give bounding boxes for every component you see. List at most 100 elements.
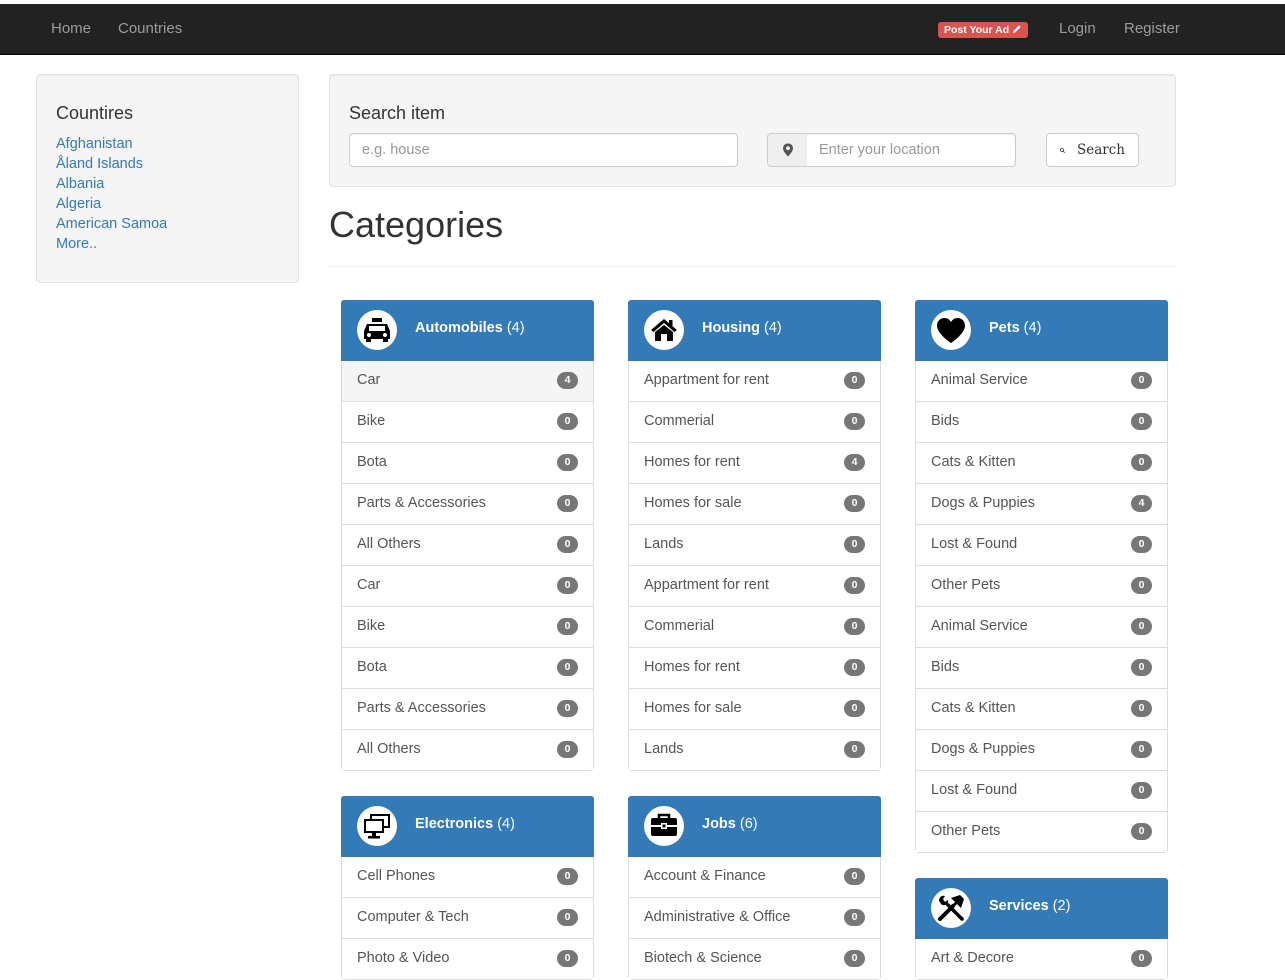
category-item[interactable]: Account & Finance 0 xyxy=(629,857,880,897)
category-item-label: Bids xyxy=(931,659,960,675)
category-panel-housing: Housing (4) Appartment for rent 0 Commeria… xyxy=(628,300,881,771)
category-item[interactable]: Computer & Tech 0 xyxy=(342,897,593,938)
nav-login-link[interactable]: Login xyxy=(1059,20,1096,37)
category-item-label: Account & Finance xyxy=(644,868,766,884)
category-title: Electronics (4) xyxy=(415,816,515,832)
category-item[interactable]: Homes for rent 0 xyxy=(629,647,880,688)
category-item-label: Administrative & Office xyxy=(644,909,791,925)
category-item-label: Photo & Video xyxy=(357,950,450,966)
more-countries-link[interactable]: More.. xyxy=(56,234,167,254)
category-header[interactable]: Pets (4) xyxy=(915,300,1168,361)
category-item[interactable]: Homes for sale 0 xyxy=(629,483,880,524)
category-item[interactable]: Lost & Found 0 xyxy=(916,524,1167,565)
category-item[interactable]: Lands 0 xyxy=(629,524,880,565)
count-badge: 0 xyxy=(1131,782,1152,799)
category-count: (6) xyxy=(739,816,758,832)
tools-icon xyxy=(938,895,964,921)
count-badge: 0 xyxy=(1131,536,1152,553)
category-header[interactable]: Services (2) xyxy=(915,878,1168,939)
category-name: Electronics xyxy=(415,816,494,832)
count-badge: 0 xyxy=(844,659,865,676)
category-item[interactable]: Bike 0 xyxy=(342,401,593,442)
category-item[interactable]: All Others 0 xyxy=(342,729,593,770)
post-ad-button[interactable]: Post Your Ad xyxy=(938,22,1029,38)
country-link[interactable]: Algeria xyxy=(56,194,167,214)
search-icon xyxy=(1060,147,1065,153)
count-badge: 4 xyxy=(844,454,865,471)
count-badge: 0 xyxy=(844,700,865,717)
location-input[interactable] xyxy=(807,133,1016,167)
count-badge: 0 xyxy=(844,950,865,967)
category-item[interactable]: Appartment for rent 0 xyxy=(629,361,880,401)
category-panel-pets: Pets (4) Animal Service 0 Bids 0 Cats & Kitt… xyxy=(915,300,1168,853)
category-item[interactable]: Cats & Kitten 0 xyxy=(916,688,1167,729)
category-item[interactable]: Lands 0 xyxy=(629,729,880,770)
country-link[interactable]: American Samoa xyxy=(56,214,167,234)
category-title: Pets (4) xyxy=(989,320,1041,336)
category-item[interactable]: Appartment for rent 0 xyxy=(629,565,880,606)
search-panel: Search item Search xyxy=(329,74,1176,187)
category-item-label: Parts & Accessories xyxy=(357,700,486,716)
category-item-label: Homes for rent xyxy=(644,454,740,470)
category-item[interactable]: Homes for sale 0 xyxy=(629,688,880,729)
category-item[interactable]: Biotech & Science 0 xyxy=(629,938,880,979)
category-item[interactable]: Bota 0 xyxy=(342,442,593,483)
category-item-label: Lost & Found xyxy=(931,536,1018,552)
category-item[interactable]: Animal Service 0 xyxy=(916,361,1167,401)
category-panel-automobiles: Automobiles (4) Car 4 Bike 0 Bota 0 Parts & Ac… xyxy=(341,300,594,771)
navbar: Home Countries Post Your Ad Login Regist… xyxy=(0,4,1285,55)
category-item[interactable]: Bids 0 xyxy=(916,401,1167,442)
category-item-label: Appartment for rent xyxy=(644,372,769,388)
nav-register-link[interactable]: Register xyxy=(1124,20,1180,37)
category-header[interactable]: Electronics (4) xyxy=(341,796,594,857)
category-item[interactable]: Animal Service 0 xyxy=(916,606,1167,647)
sidebar-title: Countires xyxy=(56,103,134,123)
category-item[interactable]: Lost & Found 0 xyxy=(916,770,1167,811)
category-item[interactable]: Bids 0 xyxy=(916,647,1167,688)
category-header[interactable]: Jobs (6) xyxy=(628,796,881,857)
count-badge: 0 xyxy=(1131,577,1152,594)
category-item[interactable]: Commerial 0 xyxy=(629,401,880,442)
category-header[interactable]: Housing (4) xyxy=(628,300,881,361)
category-name: Automobiles xyxy=(415,320,503,336)
search-item-input[interactable] xyxy=(349,133,738,167)
category-item[interactable]: Commerial 0 xyxy=(629,606,880,647)
count-badge: 0 xyxy=(557,495,578,512)
country-link[interactable]: Åland Islands xyxy=(56,154,167,174)
count-badge: 0 xyxy=(844,536,865,553)
category-item-label: Cats & Kitten xyxy=(931,700,1016,716)
category-header[interactable]: Automobiles (4) xyxy=(341,300,594,361)
search-button[interactable]: Search xyxy=(1046,133,1139,167)
category-item[interactable]: Dogs & Puppies 0 xyxy=(916,729,1167,770)
country-link[interactable]: Afghanistan xyxy=(56,134,167,154)
category-items: Cell Phones 0 Computer & Tech 0 Photo & Vide… xyxy=(342,857,593,979)
nav-countries-link[interactable]: Countries xyxy=(118,20,182,37)
country-list: Afghanistan Åland Islands Albania Algeri… xyxy=(56,134,167,254)
category-item[interactable]: Art & Decore 0 xyxy=(916,939,1167,979)
category-item[interactable]: Car 0 xyxy=(342,565,593,606)
count-badge: 4 xyxy=(1131,495,1152,512)
category-item[interactable]: Other Pets 0 xyxy=(916,565,1167,606)
category-item[interactable]: Homes for rent 4 xyxy=(629,442,880,483)
category-item-label: Lost & Found xyxy=(931,782,1018,798)
category-item[interactable]: All Others 0 xyxy=(342,524,593,565)
category-item[interactable]: Parts & Accessories 0 xyxy=(342,688,593,729)
count-badge: 0 xyxy=(844,618,865,635)
category-item[interactable]: Bike 0 xyxy=(342,606,593,647)
country-link[interactable]: Albania xyxy=(56,174,167,194)
category-item[interactable]: Dogs & Puppies 4 xyxy=(916,483,1167,524)
category-item[interactable]: Cell Phones 0 xyxy=(342,857,593,897)
page-title: Categories xyxy=(329,204,504,245)
count-badge: 0 xyxy=(844,909,865,926)
map-marker-icon xyxy=(782,143,793,157)
category-item-label: Bike xyxy=(357,413,386,429)
category-item[interactable]: Administrative & Office 0 xyxy=(629,897,880,938)
category-item[interactable]: Parts & Accessories 0 xyxy=(342,483,593,524)
category-item[interactable]: Photo & Video 0 xyxy=(342,938,593,979)
category-items: Art & Decore 0 xyxy=(916,939,1167,979)
category-item[interactable]: Bota 0 xyxy=(342,647,593,688)
category-item[interactable]: Cats & Kitten 0 xyxy=(916,442,1167,483)
category-item[interactable]: Car 4 xyxy=(342,361,593,401)
nav-home-link[interactable]: Home xyxy=(51,20,91,37)
category-item[interactable]: Other Pets 0 xyxy=(916,811,1167,852)
